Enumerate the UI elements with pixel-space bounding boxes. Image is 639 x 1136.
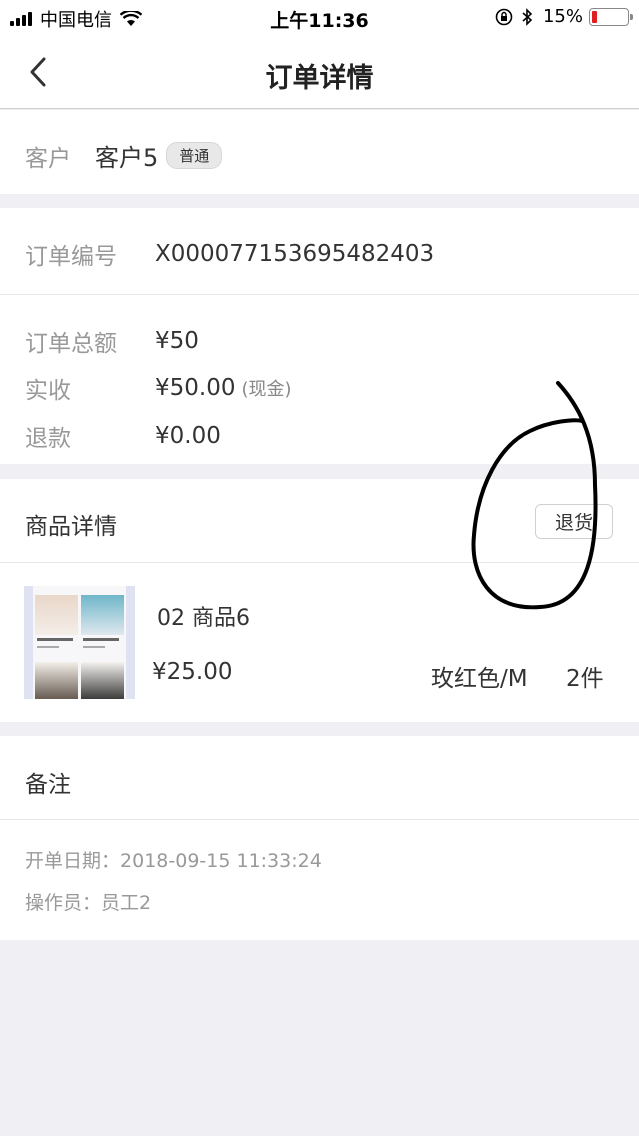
thumb-photo — [35, 662, 78, 699]
product-price: ¥25.00 — [152, 659, 233, 685]
status-bar: 中国电信 上午11:36 15% — [0, 0, 639, 36]
product-thumbnail[interactable] — [24, 586, 135, 699]
payment-method: (现金) — [241, 379, 292, 400]
refund-label: 退款 — [25, 426, 71, 452]
open-date-value: 2018-09-15 11:33:24 — [120, 850, 322, 872]
received-label: 实收 — [25, 378, 71, 404]
customer-label: 客户 — [25, 145, 71, 172]
order-total-row: 订单总额 ¥50 — [25, 324, 199, 358]
customer-tag-badge: 普通 — [166, 142, 223, 169]
status-right: 15% — [495, 6, 633, 27]
product-quantity: 2件 — [566, 666, 604, 692]
refund-value: ¥0.00 — [155, 423, 221, 449]
refund-row: 退款 ¥0.00 — [25, 419, 221, 453]
product-spec: 玫红色/M — [431, 666, 528, 692]
customer-row: 客户 客户5 普通 — [25, 138, 223, 173]
battery-fill — [592, 10, 598, 23]
thumb-photo — [81, 595, 124, 635]
thumb-photo — [35, 595, 78, 635]
thumb-text-line — [83, 638, 119, 641]
received-value: ¥50.00 — [155, 375, 236, 401]
operator-label: 操作员： — [25, 892, 102, 914]
received-value-group: ¥50.00 (现金) — [155, 375, 292, 401]
thumb-text-line — [83, 646, 105, 648]
goods-title: 商品详情 — [25, 514, 117, 540]
thumb-text-line — [37, 646, 59, 648]
thumb-text-line — [37, 638, 73, 641]
order-total-value: ¥50 — [155, 328, 199, 354]
bluetooth-icon — [522, 7, 533, 26]
battery-icon — [589, 7, 633, 26]
page-title: 订单详情 — [265, 63, 374, 94]
orientation-lock-icon — [495, 8, 513, 25]
open-date-label: 开单日期： — [25, 850, 121, 872]
customer-name: 客户5 — [95, 144, 159, 172]
divider — [0, 294, 639, 295]
thumbnail-image — [33, 586, 126, 699]
order-number-row: 订单编号 X000077153695482403 — [25, 237, 434, 271]
open-date-row: 开单日期：2018-09-15 11:33:24 — [25, 846, 322, 873]
order-number-label: 订单编号 — [25, 244, 117, 270]
received-row: 实收 ¥50.00 (现金) — [25, 371, 292, 405]
nav-bar: 订单详情 — [0, 36, 639, 109]
order-number-value: X000077153695482403 — [155, 241, 435, 267]
operator-value: 员工2 — [101, 892, 152, 914]
remark-title: 备注 — [25, 772, 71, 798]
battery-percent: 15% — [542, 6, 583, 27]
product-name: 02 商品6 — [157, 606, 250, 631]
order-total-label: 订单总额 — [25, 331, 117, 357]
annotation-scribble — [471, 381, 598, 610]
operator-row: 操作员：员工2 — [25, 888, 151, 915]
divider — [0, 819, 639, 820]
thumb-photo — [81, 662, 124, 699]
